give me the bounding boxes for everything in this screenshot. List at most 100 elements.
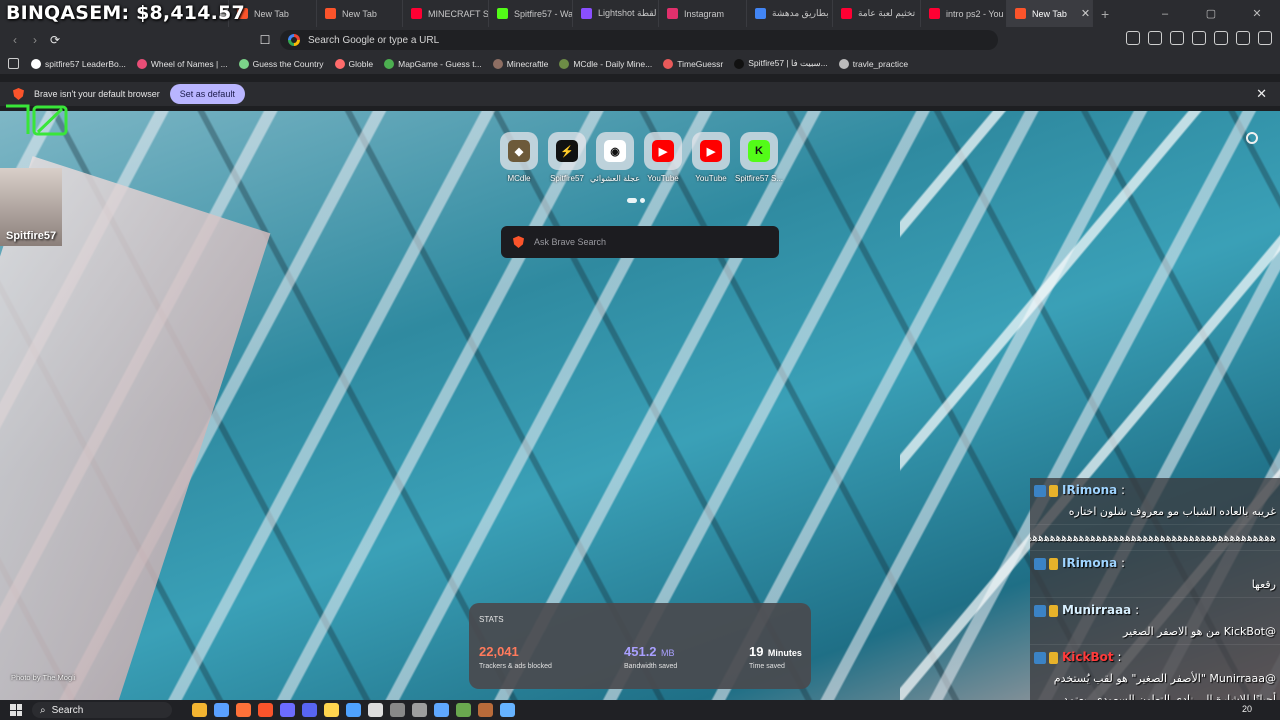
bookmark-item[interactable]: Minecraftle (492, 58, 549, 69)
top-site-tile[interactable]: ◉ عجلة العشوائي (590, 132, 640, 183)
bookmark-favicon-icon (334, 58, 345, 69)
chat-username[interactable]: IRimona (1062, 483, 1117, 497)
tab-favicon-icon (411, 8, 422, 19)
tab[interactable]: تخثيم لعبة عامة (833, 0, 921, 27)
bookmark-label: Globle (348, 58, 374, 69)
top-site-tile[interactable]: ▶ YouTube (644, 132, 682, 183)
reading-list-icon[interactable] (1148, 31, 1162, 45)
taskbar-app-icon[interactable] (214, 703, 229, 717)
address-bar[interactable]: Search Google or type a URL (280, 30, 998, 50)
photo-credit[interactable]: Photo by The Mogli (11, 673, 75, 682)
taskbar-app-icon[interactable] (478, 703, 493, 717)
close-window-button[interactable]: ✕ (1234, 7, 1280, 20)
menu-icon[interactable] (1258, 31, 1272, 45)
tab-title: Lightshot لقطة (598, 8, 657, 18)
bookmark-page-button[interactable]: ☐ (255, 30, 275, 50)
new-tab-button[interactable]: + (1101, 6, 1109, 22)
top-site-tile[interactable]: ⚡ Spitfire57 (548, 132, 586, 183)
bookmark-favicon-icon (31, 58, 41, 69)
sidebar-icon[interactable] (1170, 31, 1184, 45)
taskbar-app-icon[interactable] (302, 703, 317, 717)
bookmark-item[interactable]: TimeGuessr (663, 58, 723, 69)
back-button[interactable]: ‹ (5, 30, 25, 50)
stat-desc: Time saved (749, 663, 785, 670)
extensions-icon[interactable] (1126, 31, 1140, 45)
taskbar-app-icon[interactable] (434, 703, 449, 717)
top-sites-pager[interactable] (627, 198, 645, 203)
taskbar-app-icon[interactable] (258, 703, 273, 717)
bookmark-label: Minecraftle (506, 58, 549, 69)
tab-favicon-icon (1015, 8, 1026, 19)
top-site-icon-frame: ◉ (596, 132, 634, 170)
apps-grid-icon[interactable] (8, 58, 19, 69)
subscriber-badge-icon (1049, 484, 1058, 497)
taskbar-app-icon[interactable] (280, 703, 295, 717)
tab[interactable]: Instagram (659, 0, 747, 27)
tab[interactable]: New Tab ✕ (1007, 0, 1093, 27)
tab[interactable]: intro ps2 - You (921, 0, 1007, 27)
stat-value: 451.2 (624, 644, 657, 659)
top-site-tile[interactable]: K Spitfire57 S... (735, 132, 783, 183)
leo-ai-icon[interactable] (1214, 31, 1228, 45)
taskbar-app-icon[interactable] (368, 703, 383, 717)
taskbar-app-icon[interactable] (236, 703, 251, 717)
reload-button[interactable]: ⟳ (45, 30, 65, 50)
taskbar-app-icon[interactable] (324, 703, 339, 717)
tab-title: Spitfire57 - Wa (514, 8, 573, 19)
minimize-button[interactable]: – (1142, 8, 1188, 20)
bookmark-item[interactable]: Wheel of Names | ... (136, 58, 228, 69)
bookmark-item[interactable]: Spitfire57 | سبيت فا... (734, 58, 828, 69)
taskbar-clock: 20 (1241, 704, 1252, 714)
top-site-icon-frame: K (740, 132, 778, 170)
bookmark-item[interactable]: travle_practice (838, 58, 908, 69)
tab[interactable]: New Tab (317, 0, 403, 27)
tab[interactable]: MINECRAFT SP (403, 0, 489, 27)
chat-username[interactable]: IRimona (1062, 556, 1117, 570)
toolbar-right (1126, 31, 1272, 45)
stat-desc: Bandwidth saved (624, 663, 678, 670)
taskbar-app-icon[interactable] (346, 703, 361, 717)
bookmark-item[interactable]: Guess the Country (238, 58, 324, 69)
chat-username[interactable]: KickBot (1062, 650, 1114, 664)
tab[interactable]: Lightshot لقطة (573, 0, 659, 27)
taskbar-search[interactable]: ⌕ Search (32, 702, 172, 718)
taskbar-app-icon[interactable] (500, 703, 515, 717)
stream-balance-overlay: BINQASEM: $8,414.57 (6, 2, 245, 24)
chat-username[interactable]: Munirraaa (1062, 603, 1131, 617)
windows-start-icon[interactable] (10, 704, 22, 716)
top-site-tile[interactable]: ◆ MCdle (500, 132, 538, 183)
taskbar-app-icon[interactable] (390, 703, 405, 717)
maximize-button[interactable]: ▢ (1188, 7, 1234, 20)
taskbar-app-icon[interactable] (412, 703, 427, 717)
bookmark-item[interactable]: MCdle - Daily Mine... (559, 58, 653, 69)
wallet-icon[interactable] (1192, 31, 1206, 45)
banner-close-icon[interactable]: ✕ (1256, 86, 1267, 102)
tab-close-icon[interactable]: ✕ (1081, 7, 1090, 20)
top-sites: ◆ MCdle ⚡ Spitfire57 ◉ عجلة العشوائي ▶ YouTube ▶… (500, 132, 783, 183)
brave-search-box[interactable]: Ask Brave Search (501, 226, 779, 258)
bookmark-label: MCdle - Daily Mine... (573, 58, 653, 69)
taskbar-app-icon[interactable] (192, 703, 207, 717)
forward-button[interactable]: › (25, 30, 45, 50)
moderator-badge-icon (1034, 651, 1046, 664)
chat-message: IRimona : غريبه بالعاده الشباب مو معروف … (1030, 478, 1280, 525)
top-site-tile[interactable]: ▶ YouTube (692, 132, 730, 183)
chat-separator: : (1131, 603, 1140, 617)
taskbar-apps (192, 703, 515, 717)
top-site-icon: ▶ (700, 140, 722, 162)
vpn-icon[interactable] (1236, 31, 1250, 45)
tab[interactable]: Spitfire57 - Wa (489, 0, 573, 27)
tab[interactable]: بطاريق مدهشة (747, 0, 833, 27)
set-as-default-button[interactable]: Set as default (169, 84, 245, 104)
moderator-badge-icon (1034, 484, 1046, 497)
chat-message: ﻫﻫﻫﻫﻫﻫﻫﻫﻫﻫﻫﻫﻫﻫﻫﻫﻫﻫﻫﻫﻫﻫﻫﻫﻫﻫﻫﻫﻫﻫﻫﻫﻫﻫﻫﻫﻫﻫﻫﻫ… (1030, 525, 1280, 551)
chat-text: رقعها (1251, 578, 1276, 591)
taskbar-app-icon[interactable] (456, 703, 471, 717)
tab-title: MINECRAFT SP (428, 8, 489, 19)
bookmark-item[interactable]: MapGame - Guess t... (384, 58, 482, 69)
bookmark-item[interactable]: spitfire57 LeaderBo... (31, 58, 126, 69)
settings-gear-icon[interactable] (1246, 132, 1258, 144)
tab-title: New Tab (342, 8, 377, 19)
brave-lion-icon (13, 88, 24, 100)
bookmark-item[interactable]: Globle (334, 58, 374, 69)
